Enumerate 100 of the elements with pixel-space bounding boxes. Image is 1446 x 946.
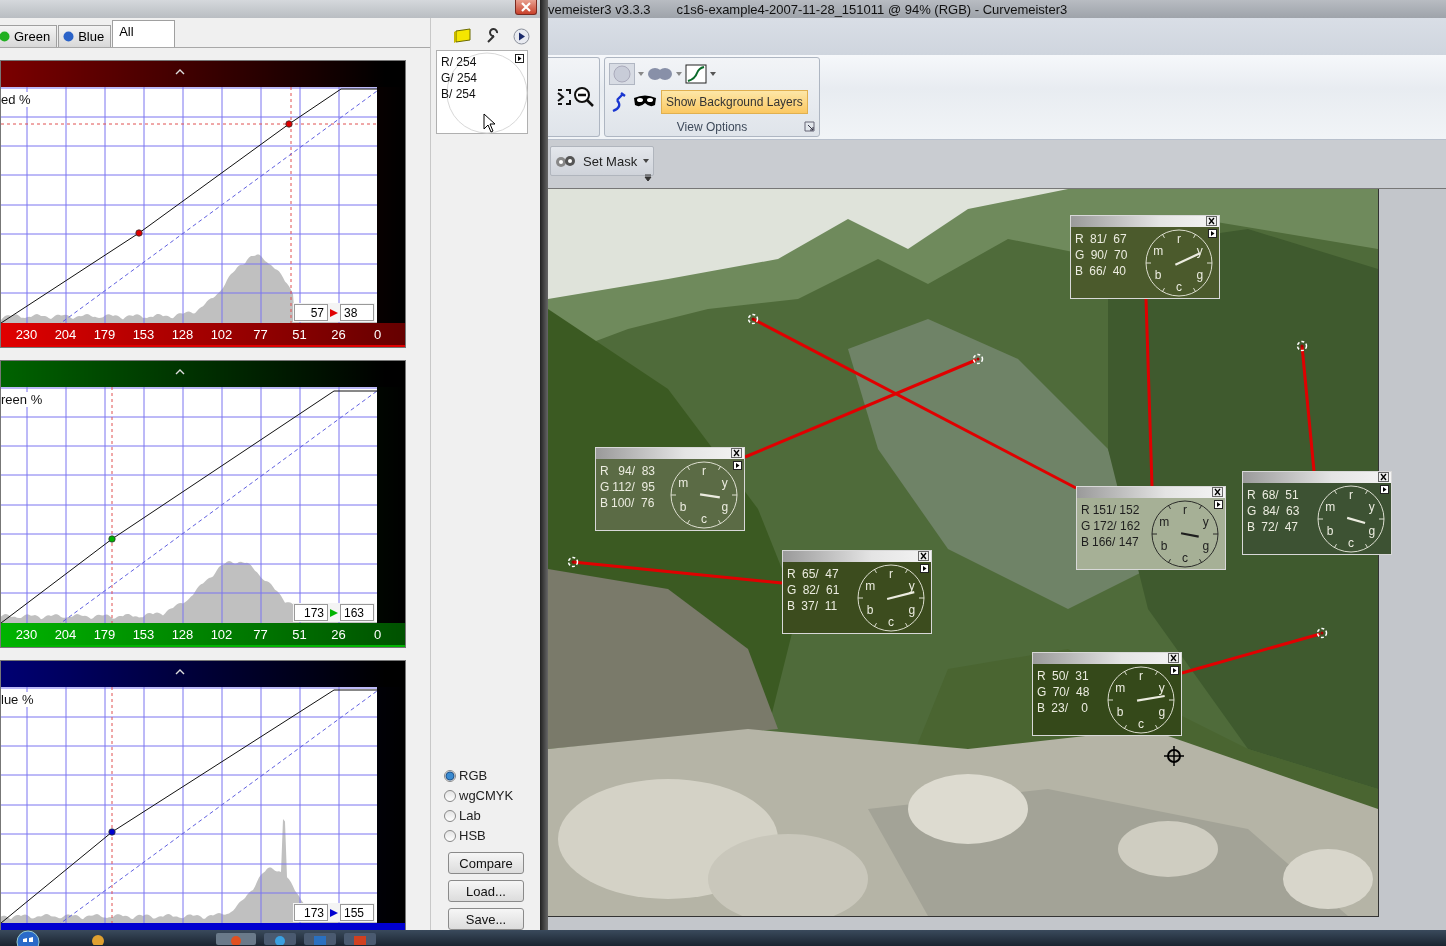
channel-letter: R [1081,502,1090,518]
reading-text: 84/ 63 [1261,503,1300,519]
window-title: c1s6-example4-2007-11-28_151011 @ 94% (RGB) - Curvemeister3 [676,1,1068,17]
color-probe[interactable]: R 50/ 31 G 70/ 48 B 23/ 0 r m y b g c [1032,652,1182,736]
channel-letter: B [1247,519,1255,535]
tab[interactable]: Blue [58,25,112,47]
channel-letter: R [787,566,796,582]
axis-label: 26 [330,326,347,342]
reading-text: 81/ 67 [1089,231,1127,247]
axis-label: 179 [92,626,117,642]
dial-label: c [1138,717,1144,731]
dial-label: c [1176,280,1182,294]
dial-label: m [1153,244,1164,258]
reading-text: 100/ 76 [611,495,655,511]
dial-label: g [1202,539,1210,553]
dial-label: c [701,512,707,526]
tab[interactable]: Green [0,25,58,47]
axis-label: 128 [170,626,195,642]
curve-graph[interactable]: lue % 173 155 [1,687,377,923]
toggle-button[interactable]: Show Background Layers [661,90,808,114]
reading-text: 70/ 48 [1051,684,1090,700]
dial-label: g [1158,705,1166,719]
dial-label: y [721,476,728,490]
dial-label: y [1368,500,1375,514]
push-button[interactable]: Load... [448,880,524,902]
axis-label: 0 [372,626,383,642]
dial-label: b [1154,268,1162,282]
dial-label: m [1325,500,1336,514]
channel-letter: R [1037,668,1046,684]
channel-letter: B [600,495,608,511]
dial-label: m [865,579,876,593]
dial-label: b [1326,524,1334,538]
reading-text: 112/ 95 [612,479,655,495]
channel-letter: B [787,598,795,614]
reading-text: 66/ 40 [1088,263,1127,279]
axis-label: 0 [372,326,383,342]
dial-label: y [1202,515,1209,529]
channel-letter: G [1037,684,1047,700]
axis-label: 102 [209,626,234,642]
curve-graph[interactable]: reen % 173 163 [1,387,377,623]
tab[interactable]: All [112,20,175,47]
readout-text: R/ 254 [441,54,477,70]
input-field[interactable]: 38 [340,304,374,321]
dial-label: c [1348,536,1354,550]
reading-text: 37/ 11 [800,598,838,614]
dial-label: g [908,603,916,617]
axis-label: 230 [14,326,39,342]
group-label: View Options [676,120,748,134]
window-title: vemeister3 v3.3.3 [548,1,651,17]
input-field[interactable]: 173 [294,604,328,621]
channel-label: lue % [1,692,34,707]
axis-label: 204 [53,626,78,642]
dial-label: m [1159,515,1170,529]
axis-label: 153 [131,626,156,642]
dial-label: r [702,464,706,478]
channel-letter: B [1075,263,1083,279]
reading-text: 72/ 47 [1260,519,1299,535]
radio-button[interactable]: HSB [444,827,540,844]
radio-button[interactable]: wgCMYK [444,787,540,804]
radio-button[interactable]: Lab [444,807,540,824]
radio-button[interactable]: RGB [444,767,540,784]
dial-label: y [1158,681,1165,695]
axis-label: 77 [252,326,269,342]
channel-letter: R [600,463,609,479]
channel-letter: R [1075,231,1084,247]
axis-label: 102 [209,326,234,342]
channel-letter: G [787,582,797,598]
reading-text: 94/ 83 [617,463,656,479]
reading-text: 172/ 162 [1093,518,1141,534]
reading-text: 23/ 0 [1050,700,1089,716]
dial-label: r [889,567,893,581]
reading-text: 166/ 147 [1092,534,1139,550]
input-field[interactable]: 155 [340,904,374,921]
dial-label: b [679,500,687,514]
channel-label: reen % [1,392,43,407]
curve-graph[interactable]: ed % 57 38 [1,87,377,323]
channel-label: ed % [1,92,31,107]
axis-label: 204 [53,326,78,342]
dial-label: r [1139,669,1143,683]
input-field[interactable]: 163 [340,604,374,621]
dial-label: b [1160,539,1168,553]
channel-letter: B [1081,534,1089,550]
axis-label: 153 [131,326,156,342]
reading-text: 82/ 61 [801,582,840,598]
axis-label: 77 [252,626,269,642]
color-probe[interactable]: R 151/ 152 G 172/ 162 B 166/ 147 r m y b g c [1076,486,1226,570]
color-probe[interactable]: R 68/ 51 G 84/ 63 B 72/ 47 r m y b g c [1242,471,1392,555]
dial-label: b [1116,705,1124,719]
dial-label: b [866,603,874,617]
push-button[interactable]: Save... [448,908,524,930]
readout-text: B/ 254 [441,86,476,102]
color-probe[interactable]: R 94/ 83 G 112/ 95 B 100/ 76 r m y b g c [595,447,745,531]
dropdown-button[interactable]: Set Mask [550,146,655,176]
input-field[interactable]: 173 [294,904,328,921]
reading-text: 50/ 31 [1051,668,1089,684]
push-button[interactable]: Compare [448,852,524,874]
dial-label: g [1196,268,1204,282]
axis-label: 51 [291,626,308,642]
axis-label: 26 [330,626,347,642]
input-field[interactable]: 57 [294,304,328,321]
